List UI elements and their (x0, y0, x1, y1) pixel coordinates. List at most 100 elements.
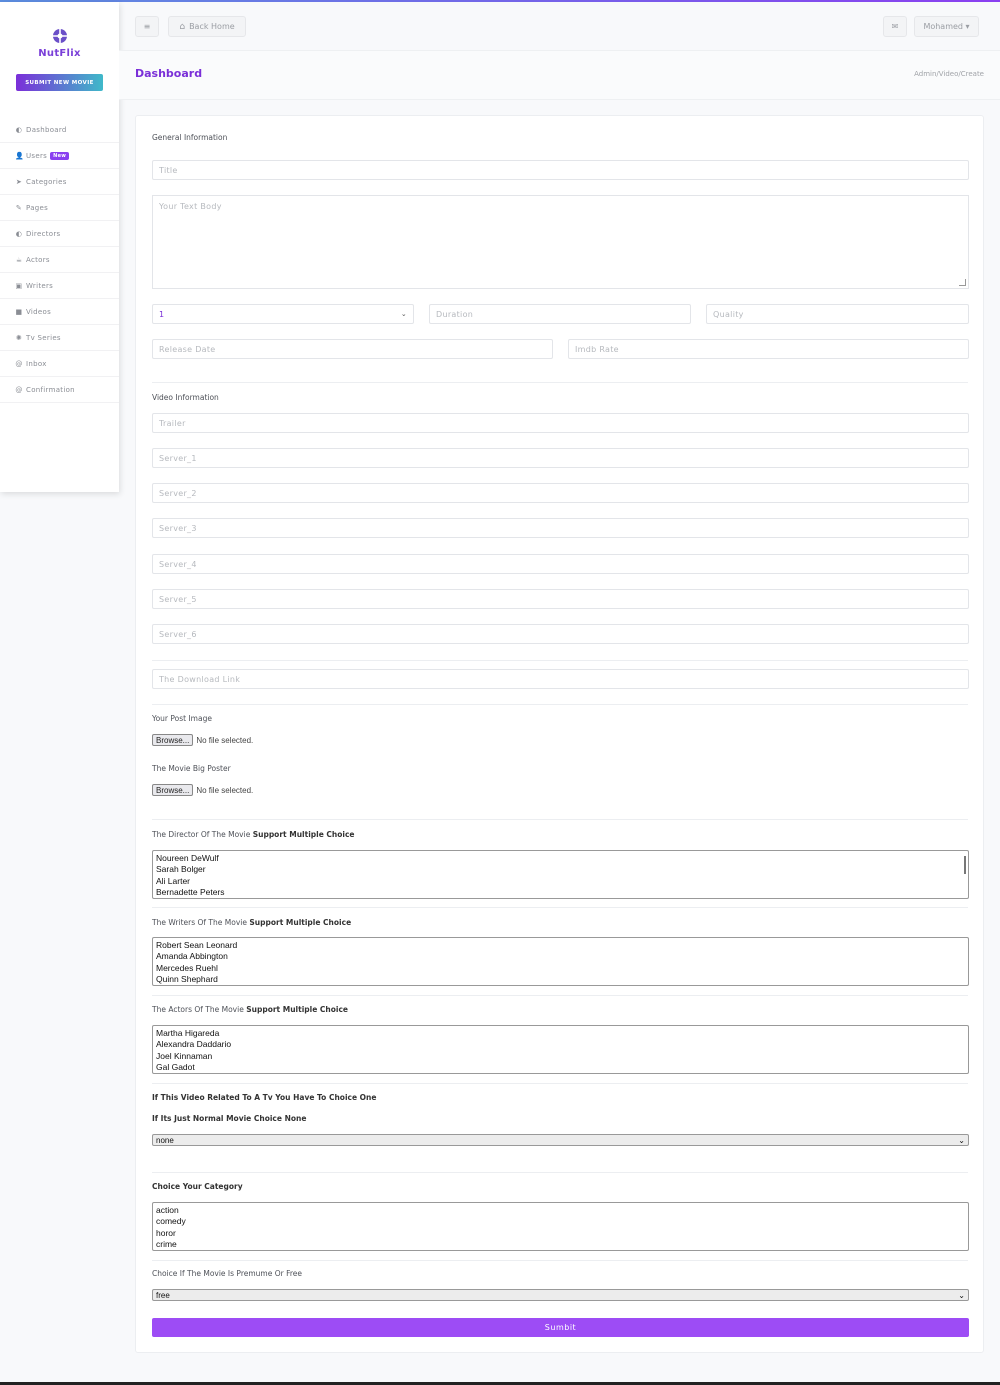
list-item[interactable]: Mercedes Ruehl (156, 963, 965, 974)
home-icon: ⌂ (179, 21, 186, 32)
list-item[interactable]: horor (156, 1228, 965, 1239)
release-date-input[interactable]: Release Date (152, 339, 553, 359)
server-2-input[interactable]: Server_2 (152, 483, 969, 503)
premium-select[interactable]: free ⌄ (152, 1289, 969, 1301)
browse-button[interactable]: Browse... (152, 784, 194, 796)
server-4-input[interactable]: Server_4 (152, 554, 969, 574)
divider (152, 1083, 968, 1084)
duration-input[interactable]: Duration (429, 304, 691, 324)
list-item[interactable]: Martha Higareda (156, 1028, 965, 1039)
divider (152, 382, 968, 383)
pencil-icon: ✎ (15, 203, 23, 212)
quality-input[interactable]: Quality (706, 304, 969, 324)
sidebar-item-actors[interactable]: ☕ Actors (0, 247, 119, 273)
browse-button[interactable]: Browse... (152, 734, 194, 746)
list-item[interactable]: Quinn Shephard (156, 974, 965, 985)
actors-multiselect[interactable]: Martha Higareda Alexandra Daddario Joel … (152, 1025, 969, 1074)
server-5-input[interactable]: Server_5 (152, 589, 969, 609)
sidebar-item-videos[interactable]: ■ Videos (0, 299, 119, 325)
list-item[interactable]: action (156, 1205, 965, 1216)
list-item[interactable]: Sarah Bolger (156, 864, 965, 875)
list-item[interactable]: Robert Sean Leonard (156, 940, 965, 951)
writers-multiselect[interactable]: Robert Sean Leonard Amanda Abbington Mer… (152, 937, 969, 986)
big-poster-label: The Movie Big Poster (152, 764, 231, 773)
text-body-textarea[interactable]: Your Text Body (152, 195, 969, 289)
submit-button[interactable]: Sumbit (152, 1318, 969, 1337)
sidebar-item-categories[interactable]: ➤ Categories (0, 169, 119, 195)
director-multiselect[interactable]: Noureen DeWulf Sarah Bolger Ali Larter B… (152, 850, 969, 899)
create-video-form: General Information Title Your Text Body… (135, 115, 984, 1353)
divider (152, 1260, 968, 1261)
general-info-heading: General Information (152, 133, 228, 142)
list-item[interactable]: Ali Larter (156, 876, 965, 887)
back-home-button[interactable]: ⌂ Back Home (168, 16, 246, 37)
sidebar: NutFlix SUBMIT NEW MOVIE ◐ Dashboard 👤 Use… (0, 2, 119, 492)
submit-new-movie-button[interactable]: SUBMIT NEW MOVIE (16, 74, 103, 91)
imdb-rate-input[interactable]: Imdb Rate (568, 339, 969, 359)
dashboard-icon: ◐ (15, 125, 23, 134)
breadcrumb: Admin/Video/Create (914, 70, 984, 78)
category-multiselect[interactable]: action comedy horor crime (152, 1202, 969, 1251)
chevron-down-icon: ⌄ (958, 1135, 965, 1145)
list-item[interactable]: Joel Kinnaman (156, 1051, 965, 1062)
server-3-input[interactable]: Server_3 (152, 518, 969, 538)
at-icon: @ (15, 385, 23, 394)
sidebar-item-tv-series[interactable]: ✺ Tv Series (0, 325, 119, 351)
tv-series-select[interactable]: none ⌄ (152, 1134, 969, 1146)
divider (152, 907, 968, 908)
list-item[interactable]: Noureen DeWulf (156, 853, 965, 864)
sidebar-item-label: Inbox (26, 359, 47, 368)
divider (152, 1172, 968, 1173)
mail-button[interactable]: ✉ (883, 16, 907, 37)
list-item[interactable]: crime (156, 1239, 965, 1250)
video-icon: ■ (15, 307, 23, 316)
post-image-label: Your Post Image (152, 714, 212, 723)
user-icon: 👤 (15, 151, 25, 160)
topbar: ≡ ⌂ Back Home ✉ Mohamed ▾ (119, 2, 1000, 50)
no-file-text: No file selected. (196, 785, 254, 795)
resize-handle-icon[interactable] (959, 279, 966, 286)
trailer-input[interactable]: Trailer (152, 413, 969, 433)
sidebar-item-inbox[interactable]: @ Inbox (0, 351, 119, 377)
user-menu-button[interactable]: Mohamed ▾ (914, 16, 979, 37)
sidebar-item-writers[interactable]: ▣ Writers (0, 273, 119, 299)
menu-toggle-button[interactable]: ≡ (135, 16, 159, 37)
sidebar-item-dashboard[interactable]: ◐ Dashboard (0, 117, 119, 143)
sidebar-item-label: Tv Series (26, 333, 61, 342)
multiple-choice-hint: Support Multiple Choice (252, 830, 355, 839)
actors-label: The Actors Of The Movie Support Multiple… (152, 1005, 348, 1014)
tv-note-1: If This Video Related To A Tv You Have T… (152, 1093, 377, 1102)
half-circle-icon: ◐ (15, 229, 23, 238)
hamburger-icon: ≡ (143, 22, 151, 31)
divider (152, 819, 968, 820)
big-poster-file-input[interactable]: Browse... No file selected. (152, 784, 253, 796)
multiple-choice-hint: Support Multiple Choice (249, 918, 352, 927)
list-item[interactable]: Bernadette Peters (156, 887, 965, 898)
title-input[interactable]: Title (152, 160, 969, 180)
list-item[interactable]: comedy (156, 1216, 965, 1227)
list-item[interactable]: Amanda Abbington (156, 951, 965, 962)
list-item[interactable]: Gal Gadot (156, 1062, 965, 1073)
list-item[interactable]: Alexandra Daddario (156, 1039, 965, 1050)
new-badge: New (50, 151, 70, 160)
server-1-input[interactable]: Server_1 (152, 448, 969, 468)
number-select-value: 1 (159, 309, 165, 319)
server-6-input[interactable]: Server_6 (152, 624, 969, 644)
sidebar-item-directors[interactable]: ◐ Directors (0, 221, 119, 247)
sidebar-item-label: Directors (26, 229, 61, 238)
sidebar-item-users[interactable]: 👤 Users New (0, 143, 119, 169)
sidebar-item-confirmation[interactable]: @ Confirmation (0, 377, 119, 403)
post-image-file-input[interactable]: Browse... No file selected. (152, 734, 253, 746)
sidebar-item-label: Dashboard (26, 125, 67, 134)
director-label-text: The Director Of The Movie (152, 830, 251, 839)
multiple-choice-hint: Support Multiple Choice (246, 1005, 349, 1014)
gear-icon: ✺ (15, 333, 23, 342)
page-title: Dashboard (135, 67, 203, 80)
scrollbar[interactable] (964, 856, 966, 874)
download-link-input[interactable]: The Download Link (152, 669, 969, 689)
writers-label: The Writers Of The Movie Support Multipl… (152, 918, 351, 927)
sidebar-item-label: Categories (26, 177, 67, 186)
sidebar-item-pages[interactable]: ✎ Pages (0, 195, 119, 221)
back-home-label: Back Home (189, 22, 235, 31)
number-select[interactable]: 1 ⌄ (152, 304, 414, 324)
